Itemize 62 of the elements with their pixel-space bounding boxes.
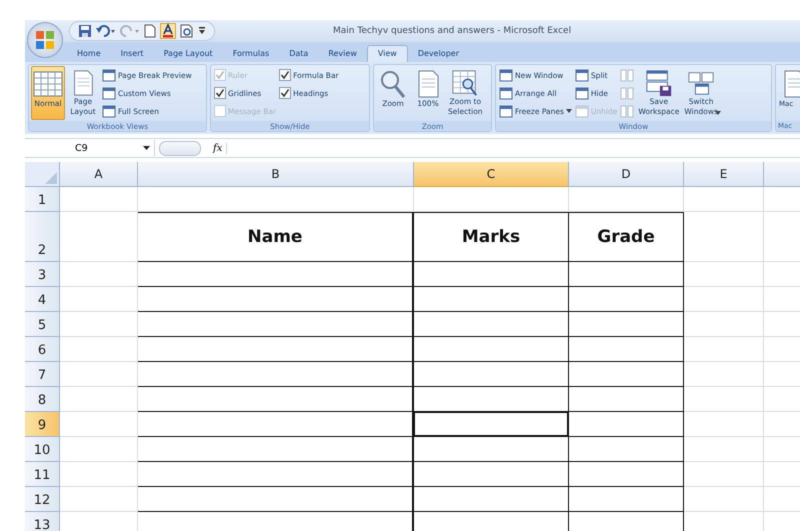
window-icon xyxy=(102,104,116,118)
row-header[interactable]: 1 xyxy=(25,187,60,212)
ribbon-tab[interactable]: View xyxy=(366,45,408,62)
column-header[interactable]: B xyxy=(138,162,414,187)
ribbon-tab[interactable]: Insert xyxy=(110,46,154,62)
checkbox-icon xyxy=(214,69,226,81)
ribbon-tab[interactable]: Page Layout xyxy=(154,46,223,62)
customize-arrow-icon[interactable] xyxy=(198,26,206,36)
row-header[interactable]: 8 xyxy=(25,387,60,412)
triangle-icon xyxy=(45,172,57,184)
save-icon[interactable] xyxy=(78,24,92,38)
window-icon xyxy=(574,68,589,82)
window-icon xyxy=(499,68,513,82)
formula-controls xyxy=(159,140,201,156)
font-color-icon[interactable] xyxy=(160,23,176,39)
row-header[interactable]: 9 xyxy=(25,412,60,437)
row-header[interactable]: 10 xyxy=(25,437,60,462)
window-icon xyxy=(102,86,116,100)
ribbon-tab[interactable]: Formulas xyxy=(222,46,280,62)
header-text: Marks xyxy=(462,227,520,247)
window-icon xyxy=(499,86,513,100)
checkbox-icon xyxy=(279,87,292,99)
window-icon xyxy=(574,86,589,100)
row-header[interactable]: 5 xyxy=(25,312,60,337)
window-icon xyxy=(574,104,589,118)
row-header[interactable]: 12 xyxy=(25,487,60,512)
name-box[interactable]: C9 xyxy=(25,140,155,156)
row-header[interactable]: 13 xyxy=(25,512,60,531)
ribbon-tab[interactable]: Review xyxy=(318,46,367,62)
side-by-side-icon xyxy=(620,104,634,118)
ribbon-tab[interactable]: Developer xyxy=(408,46,469,62)
column-header[interactable]: E xyxy=(684,162,764,187)
undo-icon[interactable] xyxy=(96,24,116,38)
column-header[interactable]: A xyxy=(60,162,138,187)
new-document-icon[interactable] xyxy=(144,24,156,38)
grid-icon xyxy=(33,69,63,99)
magnifier-icon xyxy=(378,69,408,99)
save-workspace-icon xyxy=(644,69,674,97)
print-preview-icon[interactable] xyxy=(180,24,194,38)
ribbon-tab[interactable]: Home xyxy=(67,46,111,62)
side-by-side-icon xyxy=(620,68,634,82)
row-header[interactable]: 11 xyxy=(25,462,60,487)
header-text: Name xyxy=(248,227,302,247)
insert-function-button[interactable]: fx xyxy=(213,142,228,154)
row-header[interactable]: 7 xyxy=(25,362,60,387)
column-header[interactable]: C xyxy=(414,162,569,187)
caret-icon xyxy=(143,146,150,150)
row-header[interactable]: 3 xyxy=(25,262,60,287)
row-header[interactable]: 6 xyxy=(25,337,60,362)
window-title: Main Techyv questions and answers - Microsoft Excel xyxy=(333,26,572,36)
checkbox-icon xyxy=(214,87,226,99)
column-header[interactable]: D xyxy=(569,162,684,187)
window-icon xyxy=(102,68,116,82)
row-header[interactable]: 2 xyxy=(25,212,60,262)
side-by-side-icon xyxy=(620,86,634,100)
window-icon xyxy=(499,104,513,118)
checkbox-icon xyxy=(279,69,292,81)
logo-icon xyxy=(34,29,56,51)
header-text: Grade xyxy=(597,227,655,247)
checkbox-icon xyxy=(214,105,226,117)
row-header[interactable]: 4 xyxy=(25,287,60,312)
ribbon-tab[interactable]: Data xyxy=(279,46,318,62)
